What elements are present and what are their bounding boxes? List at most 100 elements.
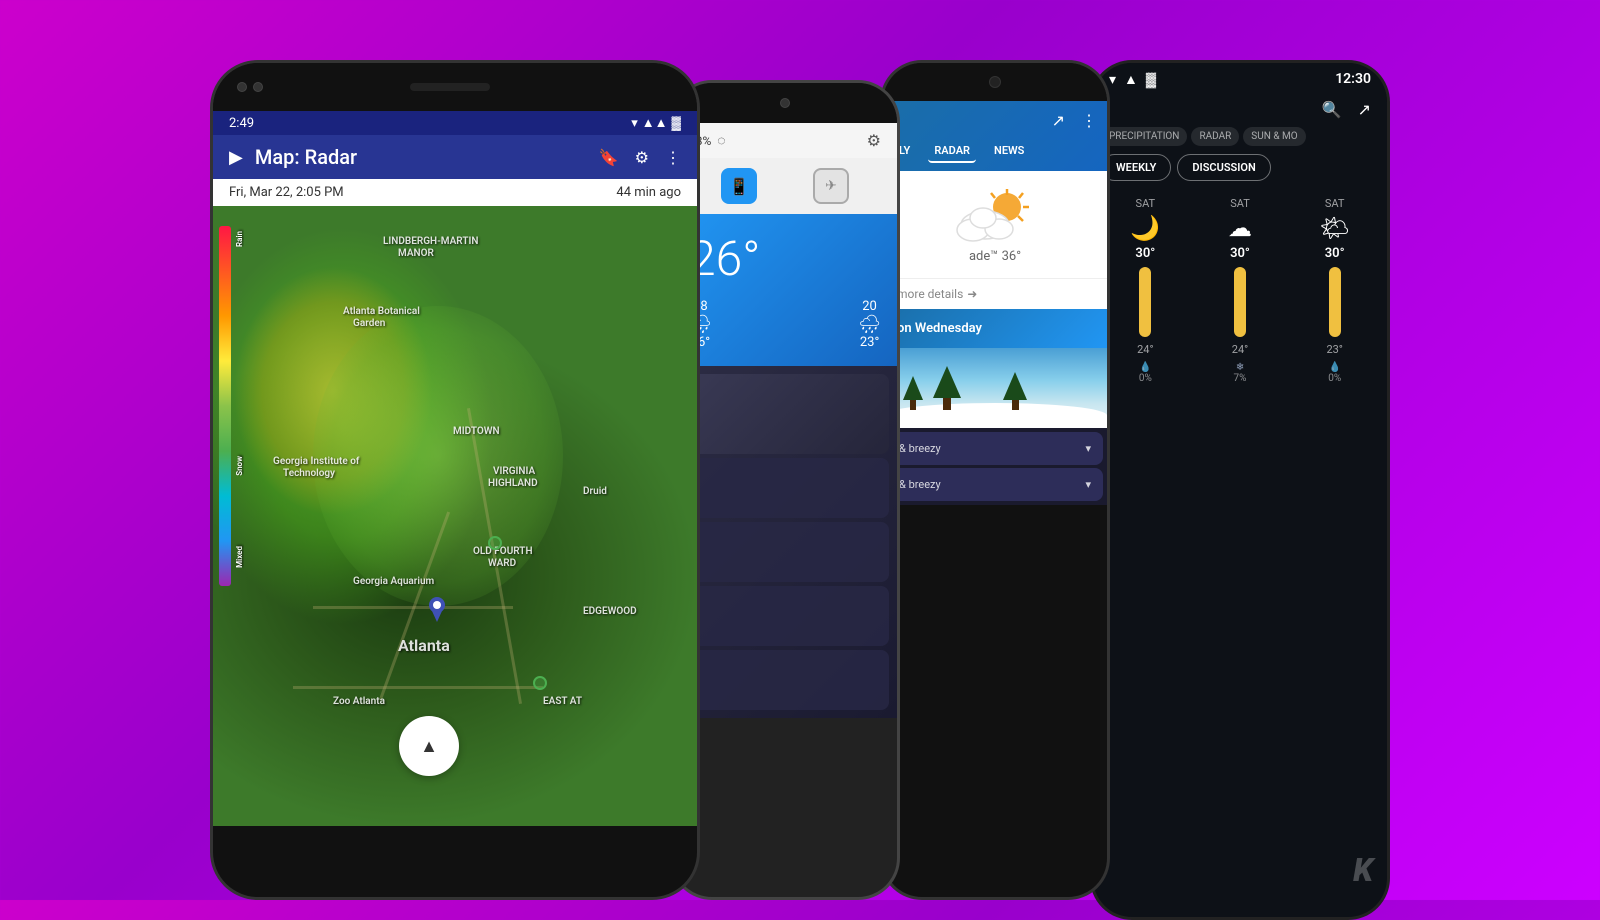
phone1-time: 2:49 (229, 116, 254, 131)
phone3-header: ↗ ⋮ (883, 101, 1107, 140)
map-label-druid: Druid (583, 486, 607, 497)
phone4-search-icon[interactable]: 🔍 (1322, 100, 1342, 119)
phone4-day2-low: 24° (1196, 343, 1285, 356)
phone4-day2-high: 30° (1196, 246, 1285, 261)
phone2-temp: 26° (689, 230, 881, 287)
list-item: & breezy ▾ (887, 468, 1103, 501)
phone2-forecast-row: 18 🌧 26° 20 🌧 23° (689, 299, 881, 350)
phone1-date-bar: Fri, Mar 22, 2:05 PM 44 min ago (213, 179, 697, 206)
battery-icon: ▓ (672, 115, 681, 131)
phone2-forecast-cell-2: 20 🌧 23° (858, 299, 881, 350)
phone4-header: 🔍 ↗ (1093, 96, 1387, 127)
map-label-technology: Technology (283, 468, 335, 479)
map-label-lindbergh: LINDBERGH-MARTIN (383, 236, 478, 247)
list-expand-icon[interactable]: ▾ (1085, 442, 1091, 455)
phone3-more-text: more details (897, 287, 963, 301)
phone1-speaker (410, 83, 490, 91)
phone4-day3-label: SAT (1290, 197, 1379, 210)
phone2-day2-temp: 23° (858, 335, 881, 350)
snow-tree3 (1003, 372, 1027, 410)
radar-legend: Rain Snow Mixed ▲ (219, 226, 237, 786)
phone4-tab-precip[interactable]: PRECIPITATION (1101, 127, 1187, 146)
phone4-day3-low: 23° (1290, 343, 1379, 356)
phone4-day2-precip-val: 7% (1234, 373, 1247, 384)
phone4-day3-precip: 💧 0% (1290, 362, 1379, 384)
phone4-day1-high: 30° (1101, 246, 1190, 261)
phone3-more-icon[interactable]: ⋮ (1081, 111, 1097, 130)
phone3-list: & breezy ▾ & breezy ▾ (883, 428, 1107, 505)
road-line (313, 606, 513, 609)
phone2-low2: 20 (858, 299, 881, 314)
phone4-day2-precip: ❄ 7% (1196, 362, 1285, 384)
phone4-share-icon[interactable]: ↗ (1358, 100, 1371, 119)
legend-snow: Snow (235, 456, 244, 476)
phone4-time: 12:30 (1335, 71, 1371, 88)
phone2-widget-icons: 📱 ✈ (673, 158, 897, 214)
phone2-dark-row1 (681, 458, 889, 518)
phone4-buttons: WEEKLY DISCUSSION (1093, 154, 1387, 189)
phone3-snow-text: on Wednesday (897, 321, 982, 336)
map-label-old-fourth: OLD FOURTH (473, 546, 533, 557)
phone3-more-details[interactable]: more details ➜ (883, 278, 1107, 309)
phone4-day1-precip-val: 0% (1139, 373, 1152, 384)
phone1-date: Fri, Mar 22, 2:05 PM (229, 185, 344, 200)
phone2-dark-bg (681, 374, 889, 454)
phone1-toolbar: ▶ Map: Radar 🔖 ⚙ ⋮ (213, 135, 697, 179)
phone4-day3-icon: 🌤 (1290, 214, 1379, 242)
phone4-day1-label: SAT (1101, 197, 1190, 210)
phone4-watermark: K (1353, 851, 1373, 889)
phone4-day1-low: 24° (1101, 343, 1190, 356)
phone2-weather-card: 26° 18 🌧 26° 20 🌧 23° (673, 214, 897, 366)
map-label-manor: MANOR (398, 248, 434, 259)
phone3-tab-news[interactable]: NEWS (988, 140, 1030, 163)
phone2-airplane-icon[interactable]: ✈ (813, 168, 849, 204)
phone3-weather-icon (955, 185, 1035, 245)
map-label-atlanta: Atlanta (398, 636, 450, 655)
phone2-phone-icon[interactable]: 📱 (721, 168, 757, 204)
phone1-camera1 (237, 82, 247, 92)
signal-icon: ▲▲ (642, 115, 668, 131)
phone1-ago: 44 min ago (616, 185, 681, 200)
map-label-aquarium: Georgia Aquarium (353, 576, 434, 587)
map-label-georgia-tech: Georgia Institute of (273, 456, 359, 467)
phone2-dark-row2 (681, 522, 889, 582)
phone4-day1-bar (1139, 267, 1151, 337)
phone4-battery-icon: ▓ (1146, 71, 1156, 88)
map-label-east: EAST AT (543, 696, 582, 707)
map-label-botanical: Atlanta Botanical (343, 306, 420, 317)
phone4-day3-bar (1329, 267, 1341, 337)
play-icon[interactable]: ▶ (229, 147, 243, 168)
popup-button[interactable]: ▲ (399, 716, 459, 776)
phone3-share-icon[interactable]: ↗ (1052, 111, 1065, 130)
phone4-signal-icon: ▲ (1124, 71, 1138, 88)
snow-tree2 (933, 366, 961, 410)
phone1-title: Map: Radar (255, 145, 587, 169)
list-expand-icon2[interactable]: ▾ (1085, 478, 1091, 491)
phone2-settings-icon[interactable]: ⚙ (867, 131, 881, 150)
phone1-map[interactable]: LINDBERGH-MARTIN MANOR Atlanta Botanical… (213, 206, 697, 826)
more-icon[interactable]: ⋮ (665, 148, 681, 167)
legend-mixed: Mixed (235, 546, 244, 568)
bookmark-icon[interactable]: 🔖 (599, 148, 619, 167)
phone2-dark-row3 (681, 586, 889, 646)
phone3-forecast-value: ade™ 36° (969, 249, 1021, 264)
phone4-day3-high: 30° (1290, 246, 1379, 261)
list-item-text: & breezy (899, 442, 941, 455)
phone4-day1-precip: 💧 0% (1101, 362, 1190, 384)
phone1-status-icons: ▾ ▲▲ ▓ (631, 115, 681, 131)
phone3-forecast-text: ade™ 36° (969, 249, 1021, 264)
phone4-day2-icon: ☁ (1196, 214, 1285, 242)
map-label-highland: HIGHLAND (488, 478, 538, 489)
phone3-notch (883, 63, 1107, 101)
phone3-tab-radar[interactable]: RADAR (928, 140, 976, 163)
phone2-battery-circle: ◌ (717, 132, 725, 149)
phone4-day2-label: SAT (1196, 197, 1285, 210)
location-marker (488, 536, 502, 550)
phone4-btn-discussion[interactable]: DISCUSSION (1177, 154, 1270, 181)
phone4-tab-radar[interactable]: RADAR (1191, 127, 1239, 146)
phone4-btn-weekly[interactable]: WEEKLY (1101, 154, 1171, 181)
list-item-text: & breezy (899, 478, 941, 491)
phone4-tab-sun[interactable]: SUN & MO (1243, 127, 1305, 146)
settings-icon[interactable]: ⚙ (635, 148, 649, 167)
phone2-camera (780, 98, 790, 108)
